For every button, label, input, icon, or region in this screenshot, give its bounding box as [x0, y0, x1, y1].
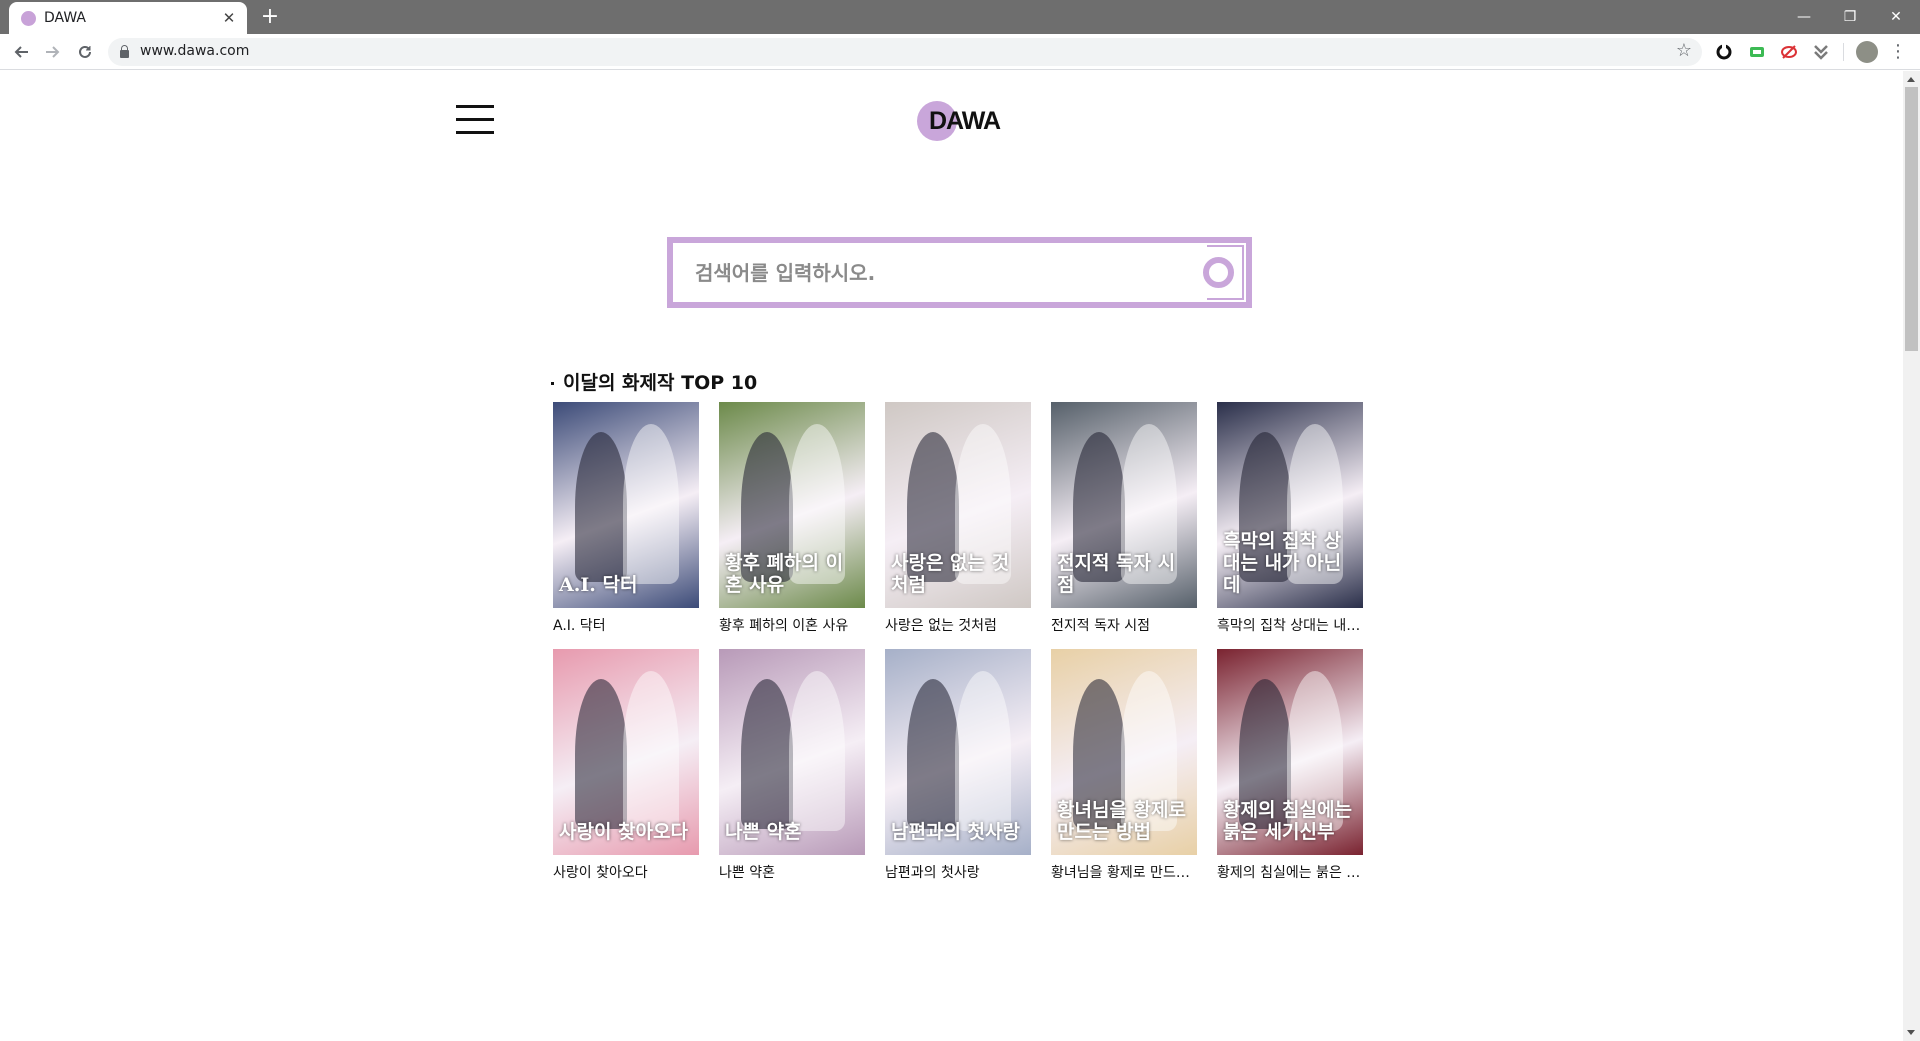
webtoon-title[interactable]: 황후 폐하의 이혼 사유 — [719, 615, 865, 635]
webtoon-title[interactable]: 황녀님을 황제로 만드는 방법 — [1051, 862, 1197, 882]
scroll-up-icon[interactable] — [1907, 77, 1915, 82]
search-input[interactable] — [675, 245, 1207, 300]
toolbar-separator — [1843, 43, 1844, 61]
webtoon-cover-image[interactable]: 사랑이 찾아오다 — [553, 649, 699, 855]
bullet-dot — [551, 382, 554, 385]
back-button[interactable] — [8, 39, 34, 65]
cover-title-text: 전지적 독자 시점 — [1057, 552, 1176, 596]
webtoon-cover-image[interactable]: A.I. 닥터 — [553, 402, 699, 608]
favicon-icon — [21, 11, 36, 26]
webtoon-cover-image[interactable]: 황제의 침실에는 붉은 세기신부 — [1217, 649, 1363, 855]
webtoon-title[interactable]: 흑막의 집착 상대는 내가 아닌데 — [1217, 615, 1363, 635]
webtoon-title[interactable]: 남편과의 첫사랑 — [885, 862, 1031, 882]
search-button-icon[interactable] — [1203, 257, 1234, 288]
window-minimize-button[interactable]: — — [1784, 4, 1824, 30]
webtoon-title[interactable]: 사랑이 찾아오다 — [553, 862, 699, 882]
webtoon-cover-image[interactable]: 남편과의 첫사랑 — [885, 649, 1031, 855]
webtoon-cover-image[interactable]: 황녀님을 황제로 만드는 방법 — [1051, 649, 1197, 855]
cover-figure — [575, 679, 627, 829]
extension-green-icon[interactable] — [1748, 43, 1766, 61]
webtoon-cover-image[interactable]: 흑막의 집착 상대는 내가 아닌데 — [1217, 402, 1363, 608]
back-arrow-icon — [14, 46, 28, 58]
webtoon-title[interactable]: A.I. 닥터 — [553, 615, 699, 635]
profile-avatar[interactable] — [1856, 41, 1878, 63]
section-title-text: 이달의 화제작 TOP 10 — [563, 372, 758, 394]
webtoon-title[interactable]: 나쁜 약혼 — [719, 862, 865, 882]
hamburger-menu-icon[interactable] — [456, 105, 494, 135]
cover-figure — [623, 671, 679, 831]
webtoon-cover-image[interactable]: 사랑은 없는 것처럼 — [885, 402, 1031, 608]
cover-title-text: 사랑은 없는 것처럼 — [891, 552, 1010, 596]
webtoon-cover-image[interactable]: 나쁜 약혼 — [719, 649, 865, 855]
webtoon-title[interactable]: 황제의 침실에는 붉은 세기신부 — [1217, 862, 1363, 882]
cover-figure — [907, 679, 959, 829]
cover-title-text: 사랑이 찾아오다 — [559, 821, 688, 843]
cover-title-text: A.I. 닥터 — [559, 574, 638, 596]
browser-tab-bar: DAWA ✕ + — ❐ ✕ — [0, 0, 1920, 34]
extension-red-icon[interactable] — [1780, 43, 1798, 61]
tab-close-icon[interactable]: ✕ — [219, 8, 239, 28]
cover-figure — [575, 432, 627, 582]
cover-title-text: 황후 폐하의 이혼 사유 — [725, 552, 844, 596]
page-scrollbar[interactable] — [1903, 71, 1920, 1041]
reload-icon — [79, 45, 91, 58]
site-logo[interactable]: DAWA — [917, 101, 1007, 141]
scroll-down-icon[interactable] — [1907, 1030, 1915, 1035]
cover-figure — [741, 679, 793, 829]
cover-title-text: 흑막의 집착 상대는 내가 아닌데 — [1223, 530, 1342, 596]
extension-sync-icon[interactable] — [1715, 43, 1733, 61]
extension-download-icon[interactable] — [1812, 43, 1830, 61]
browser-menu-icon[interactable]: ⋮ — [1888, 40, 1908, 64]
cover-figure — [623, 424, 679, 584]
lock-icon — [120, 45, 129, 58]
cover-figure — [955, 671, 1011, 831]
cover-title-text: 황녀님을 황제로 만드는 방법 — [1057, 799, 1186, 843]
address-bar[interactable]: www.dawa.com ☆ — [108, 38, 1702, 66]
window-close-button[interactable]: ✕ — [1876, 4, 1916, 30]
section-title: 이달의 화제작 TOP 10 — [551, 368, 757, 395]
window-restore-button[interactable]: ❐ — [1830, 4, 1870, 30]
cover-title-text: 남편과의 첫사랑 — [891, 821, 1020, 843]
cover-title-text: 황제의 침실에는 붉은 세기신부 — [1223, 799, 1352, 843]
bookmark-star-icon[interactable]: ☆ — [1676, 40, 1692, 61]
webtoon-cover-image[interactable]: 황후 폐하의 이혼 사유 — [719, 402, 865, 608]
page-viewport: DAWA 이달의 화제작 TOP 10 A.I. 닥터A.I. 닥터황후 폐하의… — [0, 71, 1920, 1041]
webtoon-title[interactable]: 사랑은 없는 것처럼 — [885, 615, 1031, 635]
forward-arrow-icon — [46, 46, 60, 58]
tab-title: DAWA — [44, 10, 86, 26]
browser-toolbar: www.dawa.com ☆ ⋮ — [0, 34, 1920, 70]
reload-button[interactable] — [72, 39, 98, 65]
cover-title-text: 나쁜 약혼 — [725, 821, 802, 843]
webtoon-cover-image[interactable]: 전지적 독자 시점 — [1051, 402, 1197, 608]
forward-button[interactable] — [40, 39, 66, 65]
cover-figure — [789, 671, 845, 831]
url-text: www.dawa.com — [140, 43, 250, 59]
logo-text: DAWA — [929, 107, 1001, 135]
new-tab-button[interactable]: + — [258, 6, 282, 30]
webtoon-title[interactable]: 전지적 독자 시점 — [1051, 615, 1197, 635]
browser-tab[interactable]: DAWA ✕ — [9, 2, 247, 34]
scroll-thumb[interactable] — [1905, 87, 1918, 351]
search-box — [667, 237, 1252, 308]
